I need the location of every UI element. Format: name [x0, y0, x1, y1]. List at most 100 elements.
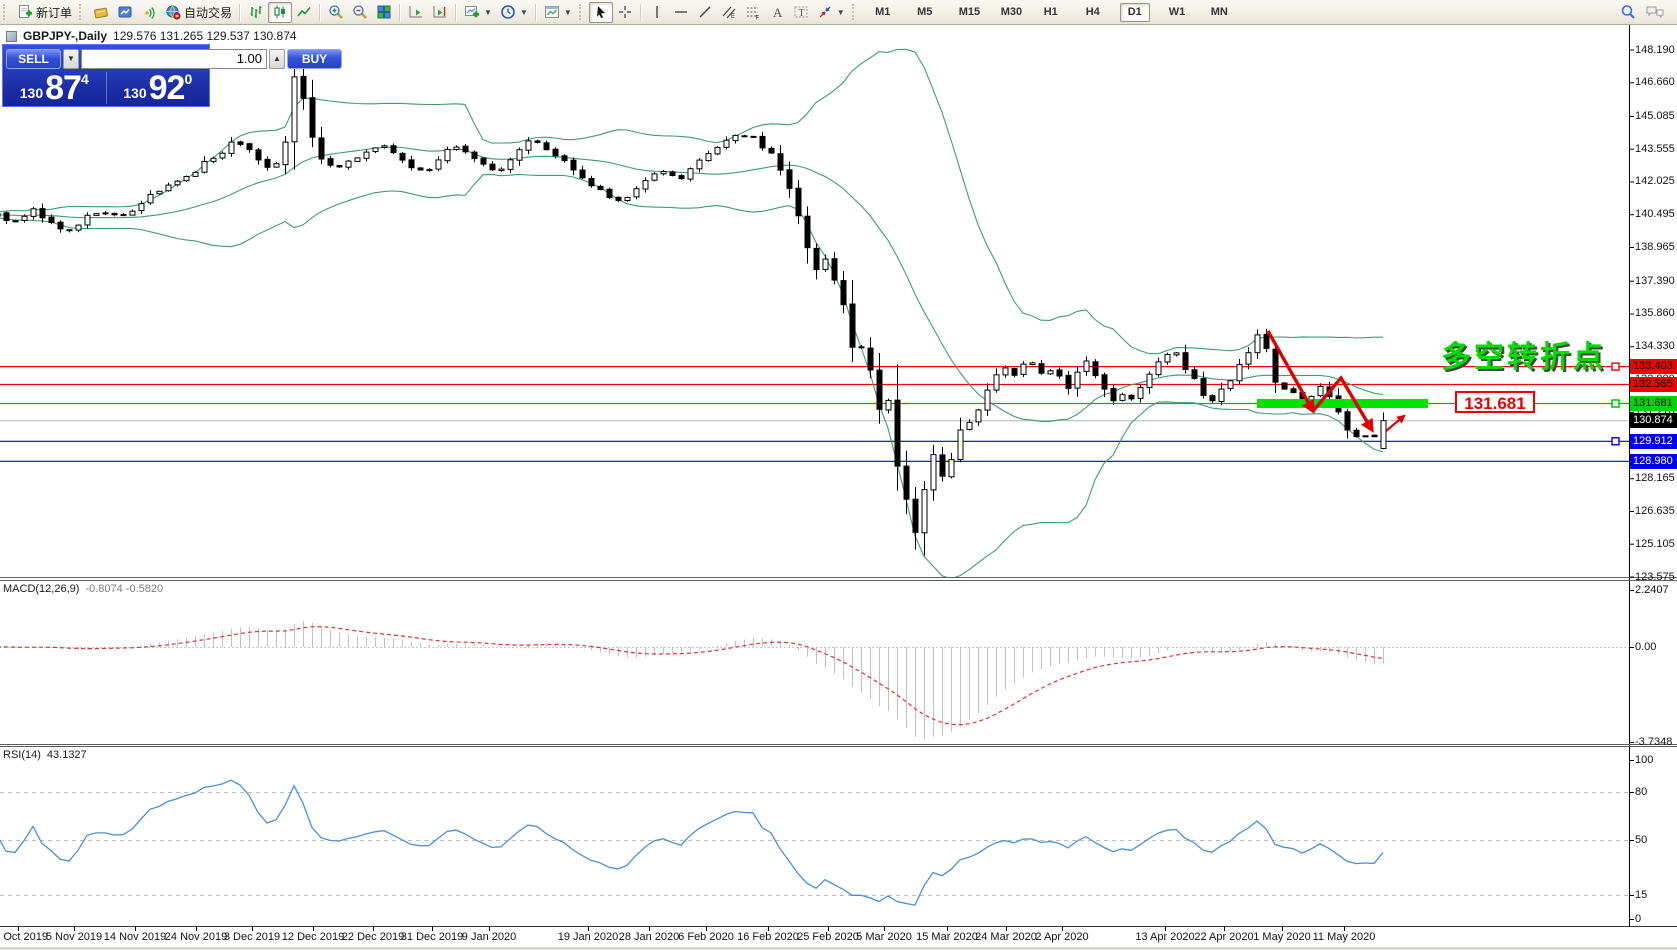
- level-price-label: 133.403: [1630, 359, 1677, 375]
- ask-pip-digit: 0: [184, 71, 193, 87]
- autotrading-globe-icon: [166, 5, 181, 20]
- auto-scroll-button[interactable]: [404, 2, 428, 23]
- volume-up-button[interactable]: ▲: [269, 48, 285, 69]
- chat-button[interactable]: [1641, 2, 1669, 23]
- toolbar-grip[interactable]: [578, 4, 585, 20]
- rsi-panel: [0, 779, 1629, 906]
- tile-windows-button[interactable]: [372, 2, 396, 23]
- toolbar-grip[interactable]: [851, 4, 858, 20]
- line-anchor-marker[interactable]: [1611, 362, 1620, 371]
- svg-text:A: A: [773, 5, 783, 20]
- new-order-button[interactable]: 新订单: [13, 2, 76, 23]
- cursor-icon: [596, 6, 605, 19]
- date-label: 25 Feb 2020: [797, 931, 859, 943]
- price-tick-label: 142.025: [1635, 175, 1675, 188]
- price-tick-label: 148.190: [1635, 43, 1675, 56]
- templates-button[interactable]: ▼: [540, 2, 576, 23]
- tile-windows-icon: [377, 5, 391, 19]
- support-price-annotation[interactable]: 131.681: [1455, 391, 1535, 413]
- crosshair-tool-button[interactable]: [613, 2, 637, 23]
- date-label: 24 Mar 2020: [975, 931, 1037, 943]
- date-label: 19 Jan 2020: [557, 931, 619, 943]
- date-label: 15 Mar 2020: [916, 931, 978, 943]
- new-order-icon: [19, 5, 32, 18]
- date-label: 13 Apr 2020: [1135, 931, 1195, 943]
- line-anchor-marker[interactable]: [1611, 437, 1620, 446]
- periods-button[interactable]: ▼: [496, 2, 532, 23]
- toolbar-grip[interactable]: [3, 4, 9, 20]
- timeframe-m30-button[interactable]: M30: [994, 3, 1024, 22]
- bar-chart-button[interactable]: [244, 2, 268, 23]
- date-label: 5 Mar 2020: [856, 931, 912, 943]
- channel-tool-button[interactable]: E: [717, 2, 741, 23]
- chart-shift-icon: [433, 6, 447, 18]
- panel-separators[interactable]: [0, 577, 1677, 747]
- zoom-out-button[interactable]: [348, 2, 372, 23]
- macd-values: -0.8074 -0.5820: [85, 583, 164, 595]
- market-watch-button[interactable]: [113, 2, 137, 23]
- timeframe-m5-button[interactable]: M5: [910, 3, 940, 22]
- macd-name: MACD(12,26,9): [3, 583, 80, 595]
- buy-button[interactable]: BUY: [287, 48, 342, 69]
- level-price-label: 131.681: [1630, 395, 1677, 411]
- search-button[interactable]: [1615, 2, 1641, 23]
- main-toolbar: 新订单 自动交易 ▼ ▼ ▼ E F A T ▼ M1 M5 M15 M30 H…: [0, 0, 1677, 25]
- date-label: 9 Jan 2020: [461, 931, 517, 943]
- macd-tick-label: 2.2407: [1635, 583, 1669, 596]
- date-label: 22 Dec 2019: [341, 931, 405, 943]
- volume-input[interactable]: [81, 48, 267, 69]
- date-label: 12 Dec 2019: [281, 931, 345, 943]
- turning-point-annotation[interactable]: 多空转折点: [1441, 332, 1606, 376]
- date-label: 14 Nov 2019: [103, 931, 167, 943]
- timeframe-mn-button[interactable]: MN: [1204, 3, 1234, 22]
- dropdown-caret: ▼: [836, 7, 845, 17]
- timeframe-w1-button[interactable]: W1: [1162, 3, 1192, 22]
- vertical-line-icon: [656, 6, 658, 18]
- charts-button[interactable]: [89, 2, 113, 23]
- line-anchor-marker[interactable]: [1611, 399, 1620, 408]
- candlestick-chart-button[interactable]: [268, 1, 293, 23]
- svg-text:F: F: [755, 16, 759, 21]
- hline-tool-button[interactable]: [669, 2, 693, 23]
- date-label: 25 Oct 2019: [0, 931, 48, 943]
- timeframe-toolbar: M1 M5 M15 M30 H1 H4 D1 W1 MN: [862, 2, 1240, 22]
- forecast-up-arrow[interactable]: [1385, 414, 1406, 432]
- sell-button[interactable]: SELL: [6, 48, 61, 69]
- zoom-in-icon: [329, 5, 343, 19]
- signals-button[interactable]: [137, 2, 161, 23]
- new-chart-button[interactable]: ▼: [460, 2, 496, 23]
- crosshair-icon: [618, 6, 631, 18]
- timeframe-m15-button[interactable]: M15: [952, 3, 982, 22]
- clock-icon: [501, 5, 515, 19]
- fibonacci-tool-button[interactable]: F: [741, 2, 765, 23]
- support-zone-bar[interactable]: [1257, 399, 1428, 408]
- level-price-label: 132.565: [1630, 377, 1677, 393]
- arrows-tool-button[interactable]: ▼: [813, 2, 849, 23]
- rsi-tick-label: 80: [1635, 785, 1648, 798]
- arrows-icon: [819, 6, 831, 18]
- date-label: 3 Dec 2019: [223, 931, 281, 943]
- toolbar-grip[interactable]: [79, 4, 85, 20]
- bollinger-bands: [0, 48, 1384, 577]
- bar-chart-icon: [250, 6, 262, 18]
- timeframe-h4-button[interactable]: H4: [1078, 3, 1108, 22]
- line-chart-button[interactable]: [292, 2, 316, 23]
- chart-shift-button[interactable]: [428, 2, 452, 23]
- cursor-tool-button[interactable]: [588, 1, 613, 23]
- timeframe-h1-button[interactable]: H1: [1036, 3, 1066, 22]
- chart-canvas[interactable]: [0, 0, 1677, 950]
- timeframe-m1-button[interactable]: M1: [868, 3, 898, 22]
- trendline-tool-button[interactable]: [693, 2, 717, 23]
- volume-down-button[interactable]: ▼: [63, 48, 79, 69]
- auto-scroll-icon: [409, 6, 423, 18]
- label-tool-button[interactable]: T: [789, 2, 813, 23]
- vline-tool-button[interactable]: [645, 2, 669, 23]
- date-label: 5 Nov 2019: [45, 931, 103, 943]
- dropdown-caret: ▼: [484, 7, 492, 17]
- timeframe-d1-button[interactable]: D1: [1119, 2, 1150, 22]
- text-tool-button[interactable]: A: [765, 2, 789, 23]
- autotrading-button[interactable]: 自动交易: [161, 2, 236, 23]
- ask-price[interactable]: 130 92 0: [107, 70, 210, 106]
- zoom-in-button[interactable]: [324, 2, 348, 23]
- bid-price[interactable]: 130 87 4: [3, 70, 106, 106]
